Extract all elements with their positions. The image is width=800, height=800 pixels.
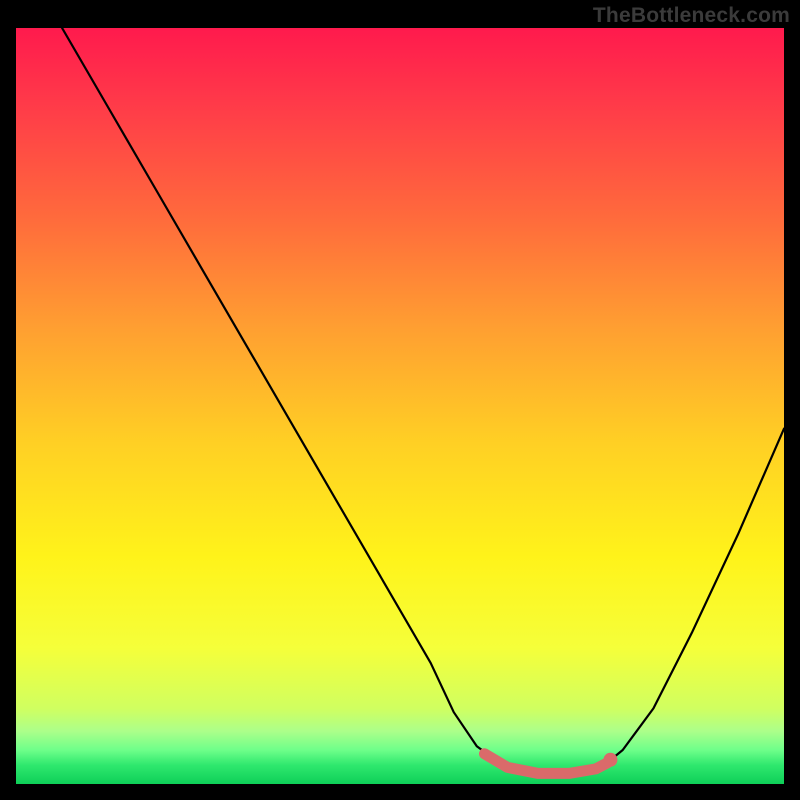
attribution-text: TheBottleneck.com bbox=[593, 4, 790, 28]
stage: TheBottleneck.com bbox=[0, 0, 800, 800]
optimal-region-highlight bbox=[484, 754, 607, 774]
marker-dot bbox=[603, 753, 617, 767]
bottleneck-curve bbox=[62, 28, 784, 776]
plot-svg bbox=[16, 28, 784, 784]
plot-frame bbox=[16, 28, 784, 784]
